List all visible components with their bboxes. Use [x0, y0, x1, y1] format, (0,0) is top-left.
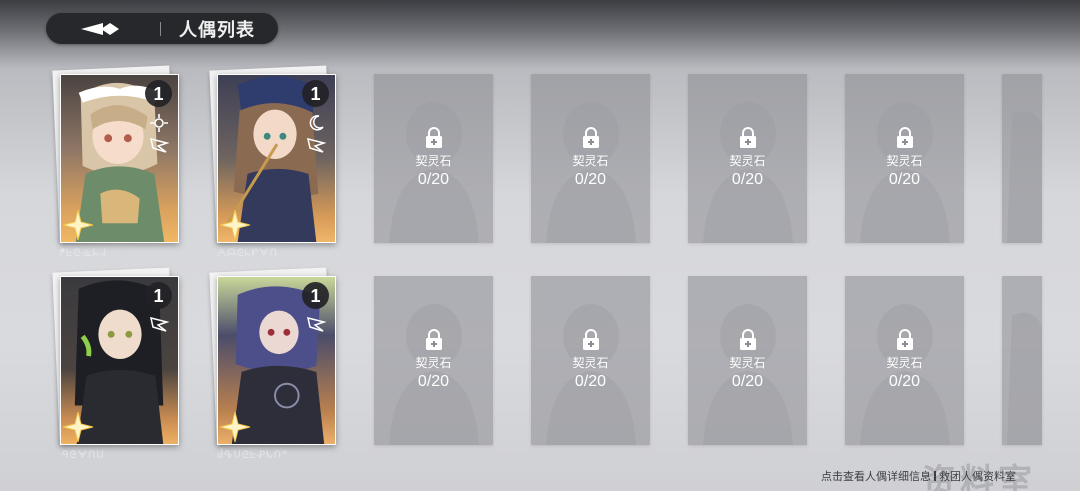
lock-icon: [425, 127, 442, 148]
stone-label: 契灵石: [415, 356, 452, 370]
doll-name: ᖰᖶᘓᓍᖾᖽ: [60, 248, 107, 259]
wing-class-icon: [305, 314, 327, 336]
lock-info: 契灵石 0/20: [688, 328, 807, 392]
lock-info: 契灵石 0/20: [374, 126, 493, 190]
level-badge: 1: [302, 282, 329, 309]
doll-card-2[interactable]: 1 ᗅᗩᘓᖾᗁᗄᑎ: [209, 65, 336, 259]
stone-count: 0/20: [731, 373, 764, 390]
doll-card-4[interactable]: 1 ᑰᕴᑌᘓᖶᕵᗃᑎᐜ: [209, 267, 336, 461]
locked-silhouette: [1007, 110, 1042, 243]
doll-card-1[interactable]: 1 ᖰᖶᘓᓍᖾᖽ: [52, 65, 179, 259]
doll-name: ᗅᗩᘓᖾᗁᗄᑎ: [217, 248, 278, 259]
card-art: 1: [60, 276, 179, 445]
level-badge: 1: [145, 282, 172, 309]
locked-doll-card[interactable]: 契灵石 0/20: [531, 74, 650, 243]
footer-hint: 点击查看人偶详细信息 救团人偶资料室: [821, 468, 1016, 484]
doll-card-3[interactable]: 1 ᑴᘓᗄᑎᑌ: [52, 267, 179, 461]
lock-info: 契灵石 0/20: [688, 126, 807, 190]
wing-class-icon: [305, 135, 327, 157]
lock-icon: [739, 127, 756, 148]
star-rarity-icon: [62, 411, 94, 443]
moon-class-icon: [305, 112, 327, 134]
stone-count: 0/20: [417, 373, 450, 390]
locked-doll-card-partial[interactable]: [1002, 276, 1042, 445]
lock-info: 契灵石 0/20: [845, 328, 964, 392]
doll-name: ᑴᘓᗄᑎᑌ: [60, 450, 105, 461]
locked-doll-card[interactable]: 契灵石 0/20: [688, 74, 807, 243]
level-badge: 1: [302, 80, 329, 107]
header-divider: [160, 21, 161, 36]
stone-label: 契灵石: [886, 154, 923, 168]
stone-label: 契灵石: [572, 154, 609, 168]
wing-class-icon: [148, 314, 170, 336]
doll-list-screen: 人偶列表 1 ᖰᖶᘓᓍᖾᖽ 1 ᗅᗩᘓᖾᗁᗄᑎ 1 ᑴᘓᗄᑎᑌ 1 ᑰᕴᑌᘓᖶᕵ…: [0, 0, 1080, 491]
lock-icon: [582, 127, 599, 148]
lock-info: 契灵石 0/20: [845, 126, 964, 190]
stone-label: 契灵石: [415, 154, 452, 168]
locked-doll-card[interactable]: 契灵石 0/20: [845, 276, 964, 445]
locked-silhouette: [1007, 312, 1042, 445]
back-button[interactable]: [46, 13, 156, 44]
stone-count: 0/20: [417, 171, 450, 188]
doll-name: ᑰᕴᑌᘓᖶᕵᗃᑎᐜ: [217, 450, 289, 461]
stone-label: 契灵石: [729, 356, 766, 370]
stone-count: 0/20: [731, 171, 764, 188]
level-badge: 1: [145, 80, 172, 107]
lock-info: 契灵石 0/20: [531, 328, 650, 392]
stone-count: 0/20: [574, 171, 607, 188]
wing-class-icon: [148, 135, 170, 157]
back-arrow-icon: [81, 22, 119, 35]
locked-doll-card[interactable]: 契灵石 0/20: [845, 74, 964, 243]
lock-info: 契灵石 0/20: [531, 126, 650, 190]
lock-icon: [896, 127, 913, 148]
footer-hint-text: 点击查看人偶详细信息: [821, 471, 931, 483]
locked-doll-card[interactable]: 契灵石 0/20: [531, 276, 650, 445]
top-bar: 人偶列表: [46, 13, 278, 44]
stone-count: 0/20: [888, 373, 921, 390]
lock-icon: [896, 329, 913, 350]
locked-doll-card[interactable]: 契灵石 0/20: [688, 276, 807, 445]
lock-icon: [739, 329, 756, 350]
stone-count: 0/20: [888, 171, 921, 188]
locked-doll-card[interactable]: 契灵石 0/20: [374, 74, 493, 243]
stone-count: 0/20: [574, 373, 607, 390]
lock-info: 契灵石 0/20: [374, 328, 493, 392]
stone-label: 契灵石: [572, 356, 609, 370]
locked-doll-card[interactable]: 契灵石 0/20: [374, 276, 493, 445]
card-art: 1: [60, 74, 179, 243]
stone-label: 契灵石: [729, 154, 766, 168]
lock-icon: [582, 329, 599, 350]
star-rarity-icon: [219, 411, 251, 443]
page-title: 人偶列表: [179, 19, 255, 40]
card-art: 1: [217, 74, 336, 243]
lock-icon: [425, 329, 442, 350]
star-rarity-icon: [219, 209, 251, 241]
doll-archive-link[interactable]: 救团人偶资料室: [939, 468, 1016, 484]
sun-class-icon: [148, 112, 170, 134]
locked-doll-card-partial[interactable]: [1002, 74, 1042, 243]
card-art: 1: [217, 276, 336, 445]
star-rarity-icon: [62, 209, 94, 241]
stone-label: 契灵石: [886, 356, 923, 370]
footer-separator: [934, 471, 936, 481]
